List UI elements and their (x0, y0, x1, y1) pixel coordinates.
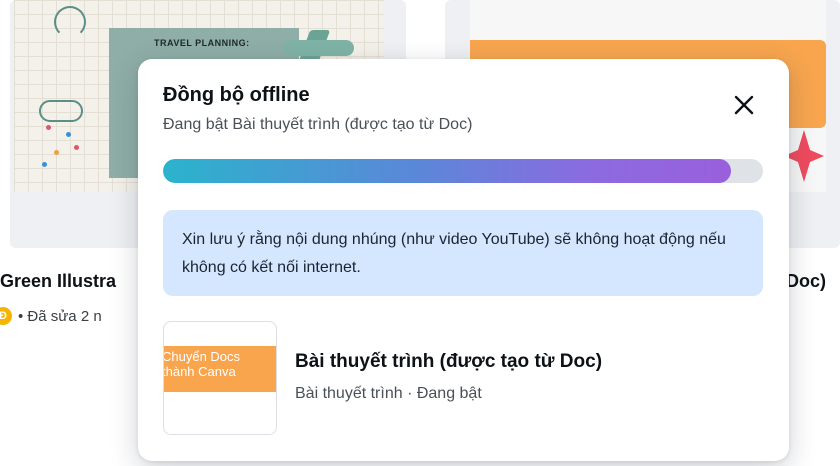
map-pin-icon (42, 162, 47, 167)
sync-progress-bar (163, 159, 763, 183)
map-pin-icon (46, 125, 51, 130)
map-pin-icon (54, 150, 59, 155)
design-meta-left: Đ • Đã sửa 2 n (0, 307, 102, 325)
file-meta: Bài thuyết trình · Đang bật (295, 385, 482, 402)
design-title-left[interactable]: Green Illustra (0, 271, 116, 292)
notice-text: Xin lưu ý rằng nội dung nhúng (như video… (182, 231, 726, 276)
file-thumbnail[interactable]: Chuyển Docs thành Canva (163, 321, 277, 435)
close-icon (734, 95, 754, 115)
dialog-subtitle: Đang bật Bài thuyết trình (được tạo từ D… (163, 116, 473, 133)
plane-icon (284, 40, 354, 56)
star-icon (784, 130, 824, 182)
edited-text: • Đã sửa 2 n (18, 307, 102, 325)
design-title-right[interactable]: Doc) (786, 271, 826, 292)
swirl-doodle (54, 6, 86, 38)
offline-sync-dialog: Đồng bộ offline Đang bật Bài thuyết trìn… (138, 59, 789, 461)
map-pin-icon (66, 132, 71, 137)
dialog-title: Đồng bộ offline (163, 84, 310, 106)
thumbnail-text: Chuyển Docs thành Canva (163, 349, 241, 379)
thumbnail-label: TRAVEL PLANNING: (154, 38, 250, 48)
map-pin-icon (74, 145, 79, 150)
avatar: Đ (0, 307, 12, 325)
sync-progress-fill (163, 159, 732, 183)
file-name[interactable]: Bài thuyết trình (được tạo từ Doc) (295, 351, 602, 373)
cloud-icon (39, 100, 83, 122)
notice-banner: Xin lưu ý rằng nội dung nhúng (như video… (163, 210, 763, 296)
close-button[interactable] (727, 88, 761, 122)
